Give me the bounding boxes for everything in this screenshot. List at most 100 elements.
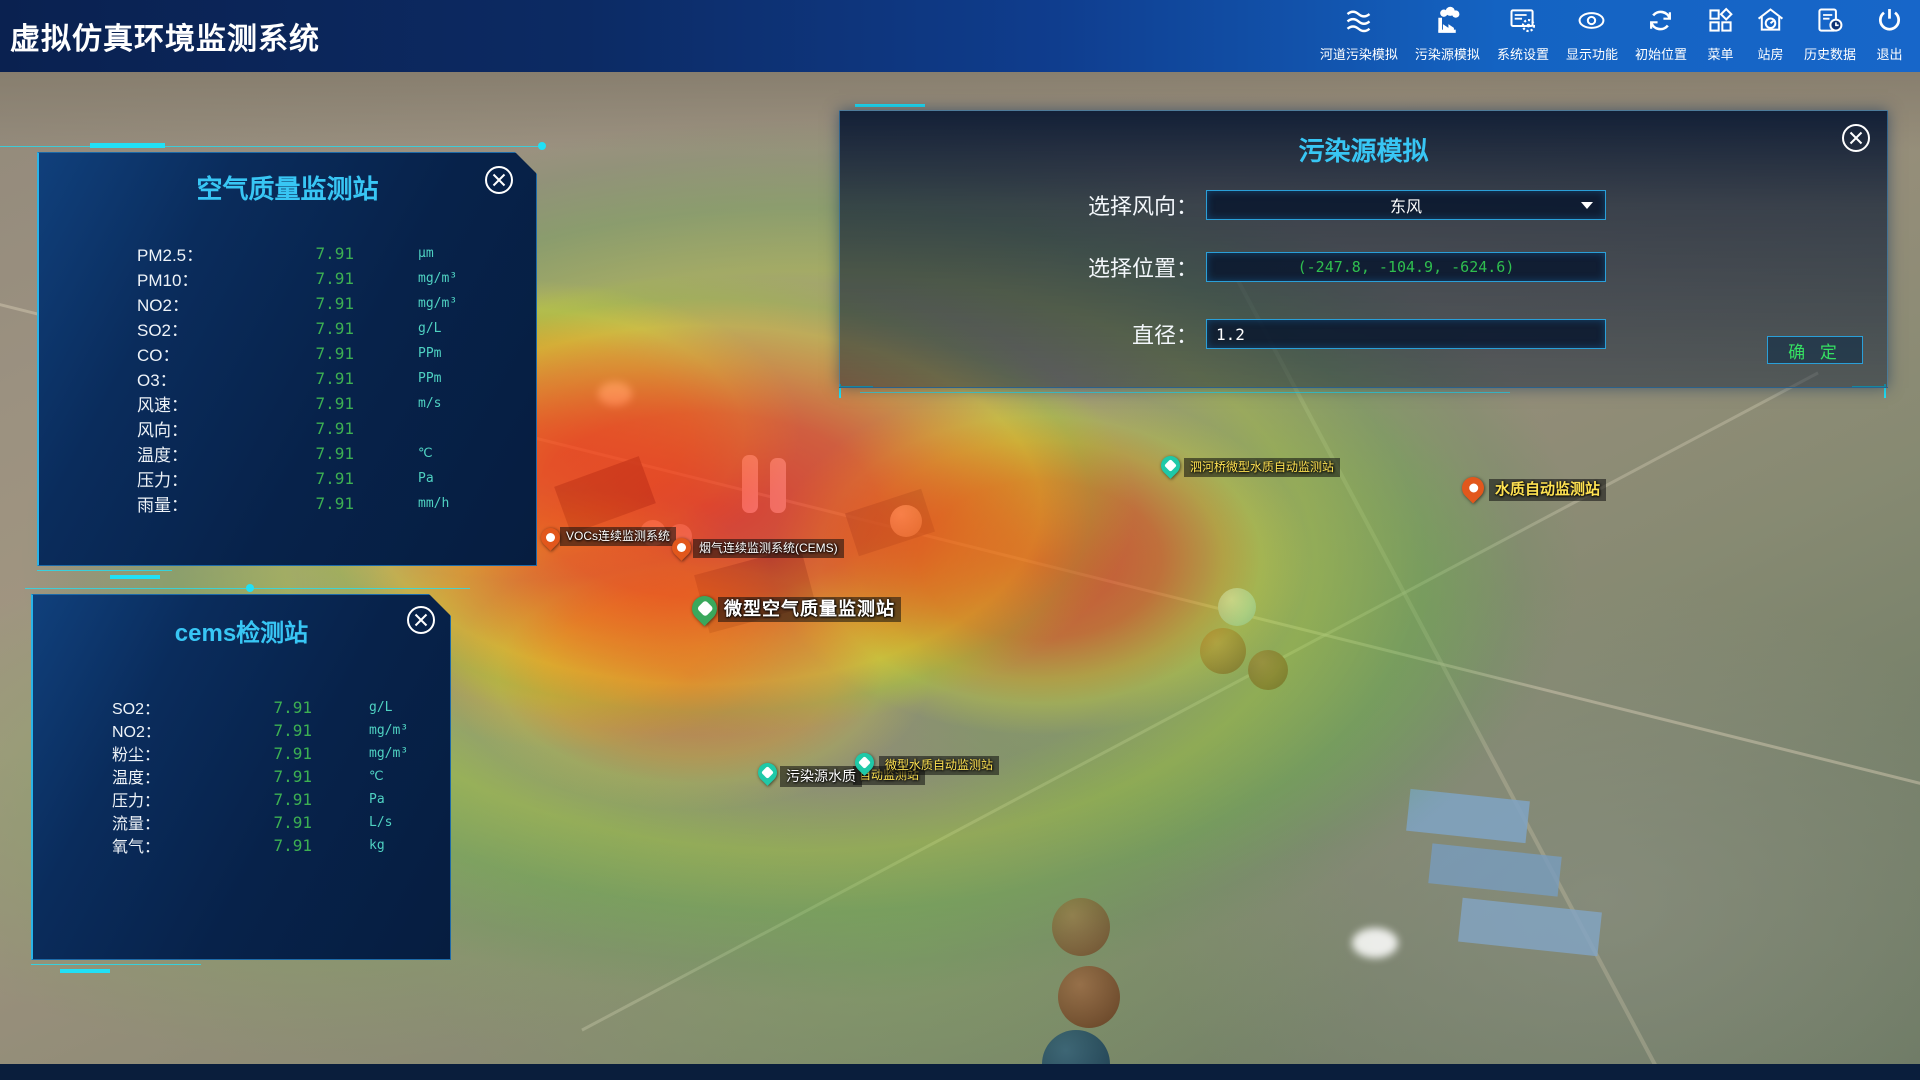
nav-station-house[interactable]: 站房 <box>1754 4 1787 63</box>
metric-row: 温度：7.91℃ <box>33 764 450 787</box>
metric-label: PM10： <box>137 266 302 291</box>
metric-row: 粉尘：7.91mg/m³ <box>33 741 450 764</box>
metric-label: 雨量： <box>137 491 302 516</box>
metric-unit: μm <box>354 246 536 261</box>
metric-unit: PPm <box>354 346 536 361</box>
metric-label: 流量： <box>112 810 262 834</box>
pollution-source-sim-icon <box>1431 4 1464 42</box>
nav-menu[interactable]: 菜单 <box>1704 4 1737 63</box>
station-label[interactable]: 烟气连续监测系统(CEMS) <box>693 539 844 558</box>
metric-row: 氧气：7.91kg <box>33 833 450 856</box>
map-building <box>1458 898 1602 956</box>
metric-row: NO2：7.91mg/m³ <box>33 718 450 741</box>
metric-unit: mg/m³ <box>312 723 450 738</box>
water-station-pin-icon[interactable] <box>1157 452 1184 479</box>
metric-row: SO2：7.91g/L <box>33 695 450 718</box>
reset-position-icon <box>1644 4 1677 42</box>
nav-label: 菜单 <box>1707 44 1733 63</box>
metric-label: 压力： <box>137 466 302 491</box>
metric-value: 7.91 <box>262 836 312 855</box>
metric-row: 雨量：7.91mm/h <box>39 491 536 516</box>
metric-value: 7.91 <box>262 813 312 832</box>
sim-panel-title: 污染源模拟 <box>840 131 1887 168</box>
station-label[interactable]: 水质自动监测站 <box>1489 479 1606 501</box>
metric-label: 温度： <box>112 764 262 788</box>
station-label[interactable]: 微型水质自动监测站 <box>879 756 999 775</box>
metric-value: 7.91 <box>262 721 312 740</box>
power-exit-icon <box>1873 4 1906 42</box>
water-station-pin-icon[interactable] <box>754 759 781 786</box>
map-smoke <box>1352 928 1398 958</box>
display-toggle-eye-icon <box>1575 4 1608 42</box>
diameter-input[interactable] <box>1206 319 1606 349</box>
chevron-down-icon <box>1581 202 1593 209</box>
nav-history-data[interactable]: 历史数据 <box>1804 4 1856 63</box>
cems-metric-rows: SO2：7.91g/L NO2：7.91mg/m³ 粉尘：7.91mg/m³ 温… <box>33 695 450 856</box>
nav-pollution-source-sim[interactable]: 污染源模拟 <box>1415 4 1480 63</box>
station-label[interactable]: VOCs连续监测系统 <box>560 527 676 546</box>
nav-label: 退出 <box>1876 44 1902 63</box>
close-icon[interactable] <box>406 605 436 635</box>
system-settings-icon <box>1506 4 1539 42</box>
app-title: 虚拟仿真环境监测系统 <box>10 14 320 58</box>
metric-row: O3：7.91PPm <box>39 366 536 391</box>
metric-unit: g/L <box>354 321 536 336</box>
wind-direction-label: 选择风向： <box>840 189 1206 221</box>
wind-direction-select[interactable]: 东风 <box>1206 190 1606 220</box>
map-structure <box>554 456 656 534</box>
cems-panel-title: cems检测站 <box>33 613 450 648</box>
nav-label: 污染源模拟 <box>1415 44 1480 63</box>
bottom-strip <box>0 1064 1920 1080</box>
metric-unit: L/s <box>312 815 450 830</box>
metric-unit: ℃ <box>312 769 450 784</box>
station-house-icon <box>1754 4 1787 42</box>
position-field[interactable]: (-247.8, -104.9, -624.6) <box>1206 252 1606 282</box>
metric-unit: kg <box>312 838 450 853</box>
metric-row: SO2：7.91g/L <box>39 316 536 341</box>
confirm-button[interactable]: 确 定 <box>1767 336 1863 364</box>
metric-value: 7.91 <box>302 269 354 288</box>
metric-label: 粉尘： <box>112 741 262 765</box>
metric-label: NO2： <box>112 718 262 742</box>
map-sphere-tank <box>1200 628 1246 674</box>
metric-value: 7.91 <box>262 767 312 786</box>
menu-grid-icon <box>1704 4 1737 42</box>
metric-value: 7.91 <box>302 494 354 513</box>
metric-value: 7.91 <box>302 319 354 338</box>
metric-value: 7.91 <box>262 790 312 809</box>
nav-label: 河道污染模拟 <box>1320 44 1398 63</box>
nav-reset-position[interactable]: 初始位置 <box>1635 4 1687 63</box>
metric-row: 风向：7.91 <box>39 416 536 441</box>
metric-unit: mg/m³ <box>312 746 450 761</box>
metric-value: 7.91 <box>302 394 354 413</box>
metric-unit: g/L <box>312 700 450 715</box>
metric-unit: ℃ <box>354 446 536 461</box>
metric-value: 7.91 <box>302 344 354 363</box>
nav-river-pollution-sim[interactable]: 河道污染模拟 <box>1320 4 1398 63</box>
nav-label: 初始位置 <box>1635 44 1687 63</box>
air-quality-panel: 空气质量监测站 PM2.5：7.91μm PM10：7.91mg/m³ NO2：… <box>37 152 537 566</box>
station-label[interactable]: 污染源水质 <box>780 766 862 787</box>
nav-exit[interactable]: 退出 <box>1873 4 1906 63</box>
metric-unit: PPm <box>354 371 536 386</box>
metric-row: 风速：7.91m/s <box>39 391 536 416</box>
position-label: 选择位置： <box>840 251 1206 283</box>
metric-unit: mg/m³ <box>354 271 536 286</box>
close-icon[interactable] <box>484 165 514 195</box>
station-label[interactable]: 泗河桥微型水质自动监测站 <box>1184 458 1340 477</box>
wind-direction-row: 选择风向： 东风 <box>840 189 1606 221</box>
nav-system-settings[interactable]: 系统设置 <box>1497 4 1549 63</box>
close-icon[interactable] <box>1841 123 1871 153</box>
metric-value: 7.91 <box>302 444 354 463</box>
map-sphere-tank <box>1218 588 1256 626</box>
metric-row: 流量：7.91L/s <box>33 810 450 833</box>
diameter-row: 直径： <box>840 318 1606 350</box>
nav-display-toggle[interactable]: 显示功能 <box>1566 4 1618 63</box>
metric-unit: m/s <box>354 396 536 411</box>
station-label[interactable]: 微型空气质量监测站 <box>718 597 901 622</box>
metric-row: CO：7.91PPm <box>39 341 536 366</box>
water-station-pin-icon[interactable] <box>1457 472 1488 503</box>
history-data-icon <box>1813 4 1846 42</box>
metric-row: 压力：7.91Pa <box>33 787 450 810</box>
metric-label: SO2： <box>112 695 262 719</box>
